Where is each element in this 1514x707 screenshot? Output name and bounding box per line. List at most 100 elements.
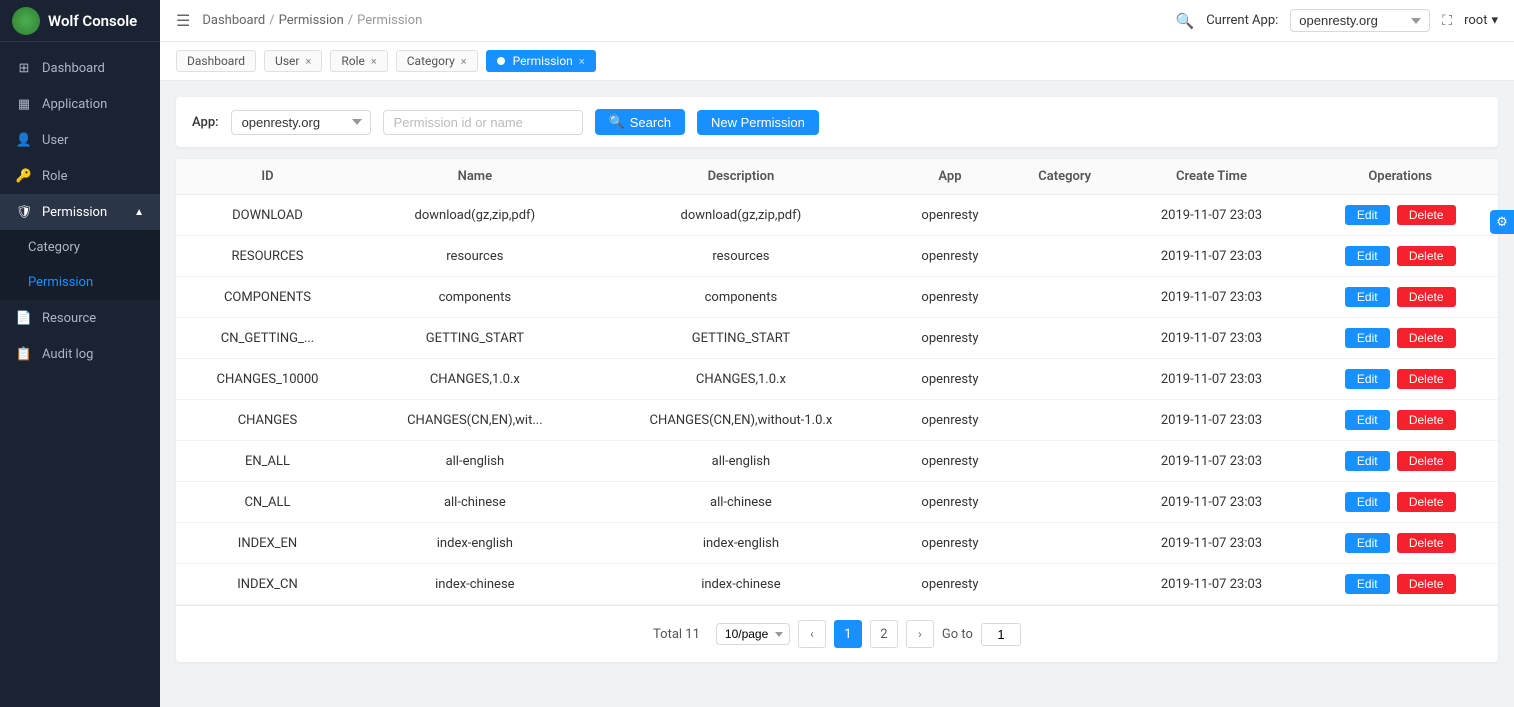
col-app: App bbox=[891, 159, 1009, 195]
delete-button[interactable]: Delete bbox=[1397, 410, 1456, 430]
cell-name: index-english bbox=[359, 523, 591, 564]
tab-role[interactable]: Role × bbox=[330, 50, 387, 72]
edit-button[interactable]: Edit bbox=[1345, 451, 1390, 471]
tab-user-close[interactable]: × bbox=[305, 55, 311, 68]
pagination-page-1[interactable]: 1 bbox=[834, 620, 862, 648]
current-app-label: Current App: bbox=[1206, 13, 1278, 28]
sidebar-label-resource: Resource bbox=[42, 311, 96, 326]
header-user-caret: ▾ bbox=[1491, 13, 1498, 28]
table-row: COMPONENTS components components openres… bbox=[176, 277, 1498, 318]
cell-description: all-english bbox=[591, 441, 891, 482]
sidebar-item-permission-sub[interactable]: Permission bbox=[0, 265, 160, 300]
pagination-size-select[interactable]: 10/page 20/page 50/page bbox=[716, 623, 790, 645]
sidebar-item-permission[interactable]: 🛡 Permission ▲ bbox=[0, 194, 160, 230]
tab-category[interactable]: Category × bbox=[396, 50, 478, 72]
table-row: CHANGES CHANGES(CN,EN),wit... CHANGES(CN… bbox=[176, 400, 1498, 441]
delete-button[interactable]: Delete bbox=[1397, 492, 1456, 512]
table-row: INDEX_EN index-english index-english ope… bbox=[176, 523, 1498, 564]
delete-button[interactable]: Delete bbox=[1397, 205, 1456, 225]
col-category: Category bbox=[1009, 159, 1121, 195]
edit-button[interactable]: Edit bbox=[1345, 287, 1390, 307]
cell-create-time: 2019-11-07 23:03 bbox=[1121, 523, 1303, 564]
pagination-prev[interactable]: ‹ bbox=[798, 620, 826, 648]
pagination-page-2[interactable]: 2 bbox=[870, 620, 898, 648]
settings-cog-icon: ⚙ bbox=[1496, 215, 1508, 230]
new-permission-button[interactable]: New Permission bbox=[697, 110, 819, 135]
tab-user[interactable]: User × bbox=[264, 50, 322, 72]
sidebar-item-application[interactable]: ▦ Application bbox=[0, 86, 160, 122]
edit-button[interactable]: Edit bbox=[1345, 369, 1390, 389]
cell-operations: Edit Delete bbox=[1302, 236, 1498, 277]
edit-button[interactable]: Edit bbox=[1345, 246, 1390, 266]
pagination-goto-input[interactable] bbox=[981, 623, 1021, 646]
cell-operations: Edit Delete bbox=[1302, 400, 1498, 441]
sidebar-item-user[interactable]: 👤 User bbox=[0, 122, 160, 158]
cell-app: openresty bbox=[891, 400, 1009, 441]
tab-bar: Dashboard User × Role × Category × Permi… bbox=[160, 42, 1514, 81]
delete-button[interactable]: Delete bbox=[1397, 287, 1456, 307]
cell-operations: Edit Delete bbox=[1302, 441, 1498, 482]
header-username: root bbox=[1464, 13, 1487, 28]
edit-button[interactable]: Edit bbox=[1345, 328, 1390, 348]
edit-button[interactable]: Edit bbox=[1345, 574, 1390, 594]
sidebar-item-dashboard[interactable]: ⊞ Dashboard bbox=[0, 50, 160, 86]
sidebar-item-role[interactable]: 🔑 Role bbox=[0, 158, 160, 194]
hamburger-icon[interactable]: ☰ bbox=[176, 11, 190, 30]
role-icon: 🔑 bbox=[16, 168, 32, 184]
sidebar-label-user: User bbox=[42, 133, 68, 148]
search-button[interactable]: 🔍 Search bbox=[595, 109, 685, 135]
breadcrumb-permission[interactable]: Permission bbox=[279, 13, 344, 28]
search-label: Search bbox=[630, 115, 671, 130]
tab-category-label: Category bbox=[407, 54, 455, 68]
tab-role-close[interactable]: × bbox=[371, 55, 377, 68]
delete-button[interactable]: Delete bbox=[1397, 328, 1456, 348]
cell-create-time: 2019-11-07 23:03 bbox=[1121, 195, 1303, 236]
cell-app: openresty bbox=[891, 318, 1009, 359]
tab-dashboard[interactable]: Dashboard bbox=[176, 50, 256, 72]
sidebar-item-resource[interactable]: 📄 Resource bbox=[0, 300, 160, 336]
permission-icon: 🛡 bbox=[16, 204, 32, 220]
settings-cog-button[interactable]: ⚙ bbox=[1490, 210, 1514, 234]
cell-category bbox=[1009, 400, 1121, 441]
permission-submenu: Category Permission bbox=[0, 230, 160, 300]
pagination-goto-label: Go to bbox=[942, 627, 973, 642]
permissions-table: ID Name Description App Category Create … bbox=[176, 159, 1498, 605]
edit-button[interactable]: Edit bbox=[1345, 410, 1390, 430]
delete-button[interactable]: Delete bbox=[1397, 369, 1456, 389]
delete-button[interactable]: Delete bbox=[1397, 574, 1456, 594]
tab-permission-close[interactable]: × bbox=[579, 55, 585, 68]
tab-permission[interactable]: Permission × bbox=[486, 50, 596, 72]
cell-app: openresty bbox=[891, 482, 1009, 523]
breadcrumb-current: Permission bbox=[357, 13, 422, 28]
dashboard-icon: ⊞ bbox=[16, 60, 32, 76]
cell-create-time: 2019-11-07 23:03 bbox=[1121, 441, 1303, 482]
cell-operations: Edit Delete bbox=[1302, 277, 1498, 318]
delete-button[interactable]: Delete bbox=[1397, 246, 1456, 266]
tab-category-close[interactable]: × bbox=[461, 55, 467, 68]
edit-button[interactable]: Edit bbox=[1345, 205, 1390, 225]
sidebar-item-category[interactable]: Category bbox=[0, 230, 160, 265]
edit-button[interactable]: Edit bbox=[1345, 492, 1390, 512]
cell-app: openresty bbox=[891, 564, 1009, 605]
filter-app-label: App: bbox=[192, 115, 219, 130]
cell-description: download(gz,zip,pdf) bbox=[591, 195, 891, 236]
header-app-select[interactable]: openresty.org bbox=[1290, 9, 1430, 32]
delete-button[interactable]: Delete bbox=[1397, 533, 1456, 553]
cell-create-time: 2019-11-07 23:03 bbox=[1121, 564, 1303, 605]
col-create-time: Create Time bbox=[1121, 159, 1303, 195]
col-description: Description bbox=[591, 159, 891, 195]
pagination-next[interactable]: › bbox=[906, 620, 934, 648]
filter-permission-input[interactable] bbox=[383, 110, 583, 135]
filter-app-select[interactable]: openresty.org bbox=[231, 110, 371, 135]
delete-button[interactable]: Delete bbox=[1397, 451, 1456, 471]
col-id: ID bbox=[176, 159, 359, 195]
header-expand-icon[interactable]: ⛶ bbox=[1442, 13, 1452, 29]
sidebar-label-dashboard: Dashboard bbox=[42, 61, 105, 76]
header-search-icon[interactable]: 🔍 bbox=[1176, 12, 1195, 30]
breadcrumb-dashboard[interactable]: Dashboard bbox=[202, 13, 265, 28]
sidebar-item-audit-log[interactable]: 📋 Audit log bbox=[0, 336, 160, 372]
edit-button[interactable]: Edit bbox=[1345, 533, 1390, 553]
table-header-row: ID Name Description App Category Create … bbox=[176, 159, 1498, 195]
header-user[interactable]: root ▾ bbox=[1464, 13, 1498, 28]
cell-id: COMPONENTS bbox=[176, 277, 359, 318]
